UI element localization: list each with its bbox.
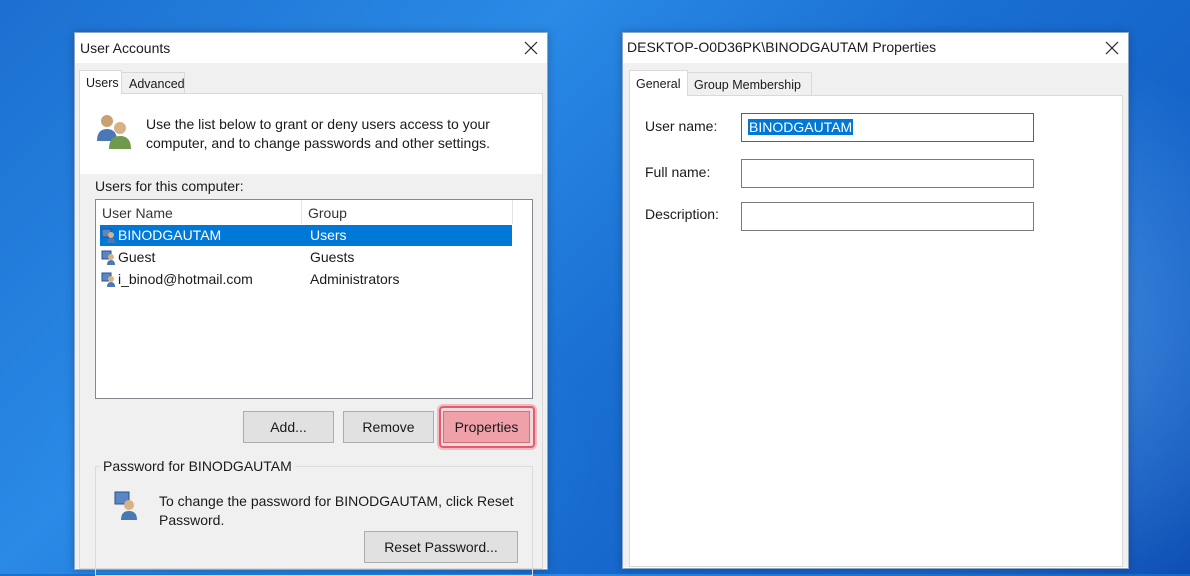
- properties-titlebar[interactable]: DESKTOP-O0D36PK\BINODGAUTAM Properties: [623, 33, 1128, 63]
- user-accounts-window: User Accounts Users Advanced Use the lis…: [74, 32, 548, 576]
- column-header-group[interactable]: Group: [302, 200, 512, 224]
- user-accounts-titlebar[interactable]: User Accounts: [75, 33, 547, 63]
- tab-general[interactable]: General: [629, 70, 688, 96]
- user-icon: [101, 250, 115, 265]
- reset-password-button[interactable]: Reset Password...: [364, 531, 518, 563]
- users-listbox[interactable]: User Name Group BINODGAUTAM Users Guest …: [95, 199, 533, 399]
- user-name-cell: i_binod@hotmail.com: [118, 271, 253, 287]
- user-row-binodgautam[interactable]: BINODGAUTAM Users: [100, 225, 512, 246]
- users-tab-page: Use the list below to grant or deny user…: [79, 93, 543, 576]
- general-tab-page: User name: BINODGAUTAM Full name: Descri…: [629, 95, 1123, 567]
- user-name-cell: BINODGAUTAM: [118, 227, 222, 243]
- add-button-label: Add...: [270, 419, 307, 435]
- properties-tab-strip: General Group Membership User name: BINO…: [623, 63, 1128, 567]
- user-icon: [101, 272, 115, 287]
- close-icon: [1105, 41, 1119, 55]
- properties-window: DESKTOP-O0D36PK\BINODGAUTAM Properties G…: [622, 32, 1129, 569]
- password-text-line1: To change the password for BINODGAUTAM, …: [159, 493, 514, 509]
- full-name-label: Full name:: [645, 164, 711, 180]
- user-group-cell: Users: [310, 227, 347, 243]
- description-label: Description:: [645, 206, 719, 222]
- user-row-i-binod[interactable]: i_binod@hotmail.com Administrators: [100, 269, 512, 290]
- tab-advanced[interactable]: Advanced: [122, 72, 185, 94]
- properties-button-label: Properties: [454, 419, 519, 435]
- password-group-title: Password for BINODGAUTAM: [100, 458, 295, 474]
- intro-panel: [80, 94, 542, 174]
- properties-window-title: DESKTOP-O0D36PK\BINODGAUTAM Properties: [627, 39, 937, 55]
- user-key-icon: [114, 491, 137, 520]
- users-group-icon: [97, 115, 131, 149]
- remove-button[interactable]: Remove: [343, 411, 434, 443]
- user-name-label: User name:: [645, 118, 718, 134]
- tab-group-membership-label: Group Membership: [694, 78, 801, 92]
- full-name-field[interactable]: [741, 159, 1034, 188]
- column-header-group-label: Group: [308, 205, 347, 221]
- add-button[interactable]: Add...: [243, 411, 334, 443]
- password-text-line2: Password.: [159, 512, 225, 528]
- description-field[interactable]: [741, 202, 1034, 231]
- users-for-computer-label: Users for this computer:: [95, 178, 244, 194]
- user-name-value: BINODGAUTAM: [748, 119, 854, 135]
- close-button[interactable]: [519, 37, 543, 59]
- column-header-user-name-label: User Name: [102, 205, 173, 221]
- properties-button[interactable]: Properties: [443, 411, 530, 443]
- tab-users-label: Users: [86, 76, 119, 90]
- tab-users[interactable]: Users: [79, 70, 122, 94]
- tab-strip: Users Advanced Use the list below to gra…: [75, 63, 547, 576]
- intro-text-line2: computer, and to change passwords and ot…: [146, 135, 490, 151]
- close-icon: [524, 41, 538, 55]
- intro-text-line1: Use the list below to grant or deny user…: [146, 116, 490, 132]
- user-group-cell: Guests: [310, 249, 355, 265]
- column-header-user-name[interactable]: User Name: [96, 200, 301, 224]
- properties-close-button[interactable]: [1100, 37, 1124, 59]
- user-row-guest[interactable]: Guest Guests: [100, 247, 512, 268]
- user-name-cell: Guest: [118, 249, 156, 265]
- remove-button-label: Remove: [362, 419, 415, 435]
- reset-password-button-label: Reset Password...: [384, 539, 498, 555]
- tab-advanced-label: Advanced: [129, 77, 185, 91]
- user-group-cell: Administrators: [310, 271, 400, 287]
- tab-general-label: General: [636, 77, 681, 91]
- column-divider: [512, 200, 513, 224]
- tab-group-membership[interactable]: Group Membership: [688, 72, 812, 96]
- user-name-field[interactable]: BINODGAUTAM: [741, 113, 1034, 142]
- window-title: User Accounts: [80, 40, 171, 56]
- user-icon: [101, 228, 115, 243]
